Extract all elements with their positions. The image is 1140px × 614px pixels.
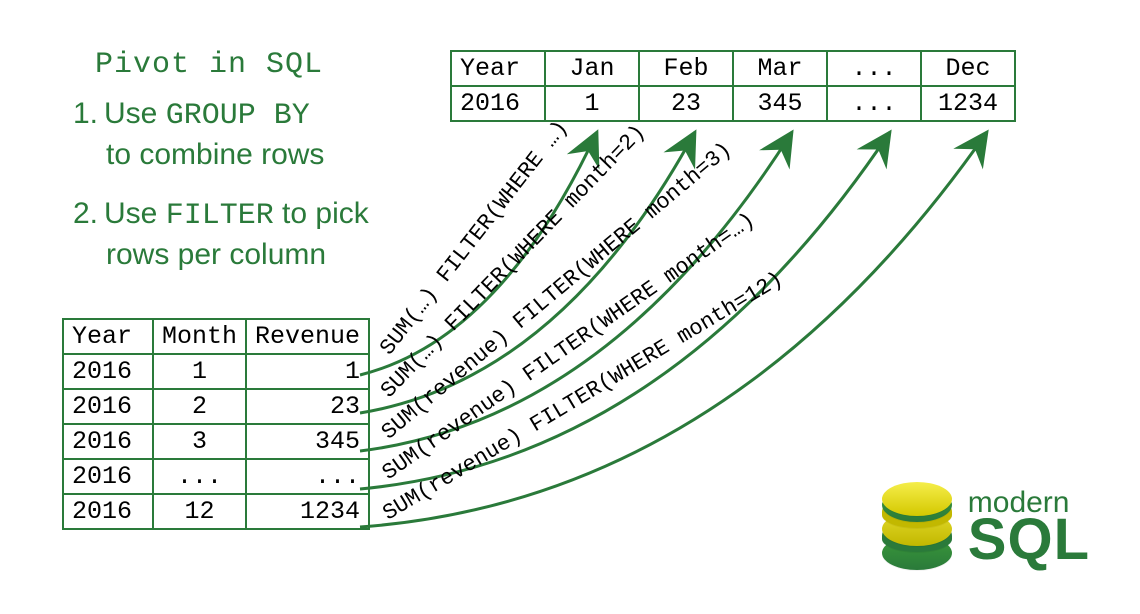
logo-stack-icon	[882, 482, 952, 572]
pivot-table: Year Jan Feb Mar ... Dec 2016 1 23 345 .…	[450, 50, 1016, 122]
step-2-pre: Use	[104, 197, 166, 230]
cell: 1	[246, 354, 369, 389]
pivot-header-year: Year	[451, 51, 545, 86]
cell: 2016	[63, 494, 153, 529]
step-2-number: 2.	[60, 195, 98, 233]
logo: modern SQL	[882, 482, 1090, 572]
cell: 1234	[921, 86, 1015, 121]
table-row: 2016 1 1	[63, 354, 369, 389]
source-header-revenue: Revenue	[246, 319, 369, 354]
logo-text: modern SQL	[968, 490, 1090, 565]
cell: 1	[545, 86, 639, 121]
source-header-year: Year	[63, 319, 153, 354]
table-row: 2016 2 23	[63, 389, 369, 424]
cell: 345	[733, 86, 827, 121]
cell: 23	[246, 389, 369, 424]
steps-list: 1.Use GROUP BY to combine rows 2.Use FIL…	[60, 95, 369, 295]
table-row: Year Jan Feb Mar ... Dec	[451, 51, 1015, 86]
step-1-keyword: GROUP BY	[166, 99, 310, 133]
pivot-table-wrap: Year Jan Feb Mar ... Dec 2016 1 23 345 .…	[450, 50, 1016, 122]
cell: 23	[639, 86, 733, 121]
cell: 1234	[246, 494, 369, 529]
pivot-header-feb: Feb	[639, 51, 733, 86]
logo-text-bottom: SQL	[968, 515, 1090, 564]
pivot-header-jan: Jan	[545, 51, 639, 86]
step-2-post: to pick	[274, 197, 369, 230]
cell: 1	[153, 354, 246, 389]
table-row: 2016 12 1234	[63, 494, 369, 529]
table-row: 2016 1 23 345 ... 1234	[451, 86, 1015, 121]
pivot-header-mar: Mar	[733, 51, 827, 86]
cell: 2016	[63, 424, 153, 459]
step-2-keyword: FILTER	[166, 199, 274, 233]
cell: ...	[246, 459, 369, 494]
cell: 2016	[63, 389, 153, 424]
pivot-header-dec: Dec	[921, 51, 1015, 86]
cell: 2016	[451, 86, 545, 121]
cell: 345	[246, 424, 369, 459]
cell: 2016	[63, 354, 153, 389]
cell: 3	[153, 424, 246, 459]
source-table-wrap: Year Month Revenue 2016 1 1 2016 2 23 20…	[62, 318, 370, 530]
table-row: Year Month Revenue	[63, 319, 369, 354]
step-1: 1.Use GROUP BY to combine rows	[60, 95, 369, 173]
step-2-line2: rows per column	[106, 236, 369, 274]
table-row: 2016 3 345	[63, 424, 369, 459]
cell: ...	[827, 86, 921, 121]
source-header-month: Month	[153, 319, 246, 354]
cell: 2	[153, 389, 246, 424]
step-1-pre: Use	[104, 97, 166, 130]
pivot-header-more: ...	[827, 51, 921, 86]
step-2: 2.Use FILTER to pick rows per column	[60, 195, 369, 273]
cell: ...	[153, 459, 246, 494]
step-1-line2: to combine rows	[106, 136, 369, 174]
table-row: 2016 ... ...	[63, 459, 369, 494]
cell: 12	[153, 494, 246, 529]
step-1-number: 1.	[60, 95, 98, 133]
diagram-title: Pivot in SQL	[95, 48, 323, 82]
cell: 2016	[63, 459, 153, 494]
source-table: Year Month Revenue 2016 1 1 2016 2 23 20…	[62, 318, 370, 530]
